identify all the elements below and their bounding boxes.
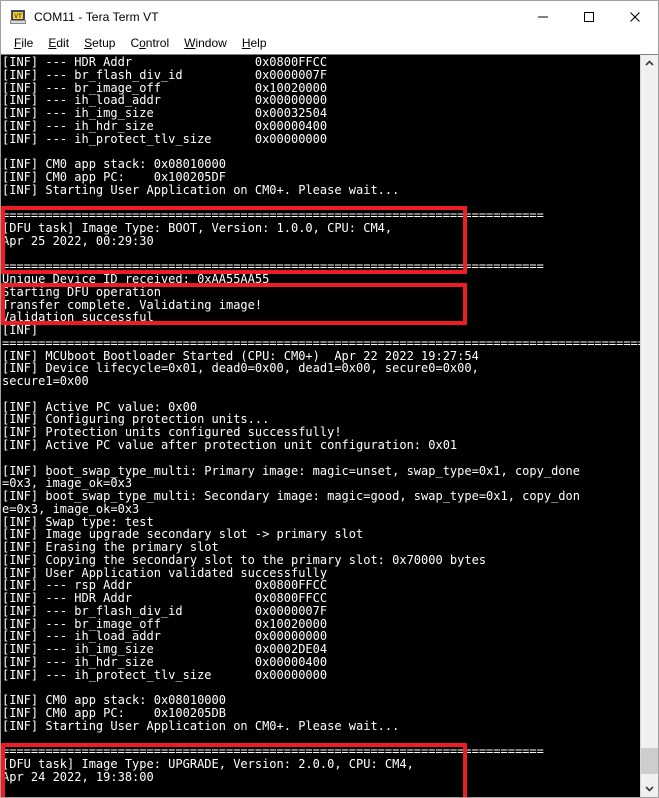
menu-mnemonic: H: [241, 36, 251, 50]
terminal-line: [INF] CM0 app PC: 0x100205DF: [2, 169, 226, 184]
terminal-line: [INF] --- ih_protect_tlv_size 0x00000000: [2, 667, 328, 682]
minimize-button[interactable]: [520, 1, 566, 32]
terminal-line: ========================================…: [2, 335, 640, 350]
chevron-down-icon: [645, 786, 654, 792]
terminal-line: Starting DFU operation: [2, 284, 161, 299]
menu-label: dit: [56, 36, 70, 50]
tera-term-window: VT COM11 - Tera Term VT File Edit Setup …: [0, 0, 659, 798]
window-title: COM11 - Tera Term VT: [34, 9, 159, 24]
menu-label: etup: [92, 36, 116, 50]
title-bar: VT COM11 - Tera Term VT: [1, 1, 658, 32]
terminal-output[interactable]: [INF] --- HDR Addr 0x0800FFCC [INF] --- b…: [1, 55, 640, 797]
terminal-line: ========================================…: [2, 796, 640, 797]
terminal-line: [INF] --- br_flash_div_id 0x0000007F: [2, 67, 328, 82]
terminal-line: [INF] --- br_flash_div_id 0x0000007F: [2, 603, 328, 618]
terminal-line: [INF] Device lifecycle=0x01, dead0=0x00,…: [2, 361, 479, 376]
vertical-scrollbar[interactable]: [640, 55, 658, 797]
menu-label: indow: [195, 36, 227, 50]
menu-label: ntrol: [145, 36, 170, 50]
scroll-down-arrow[interactable]: [641, 780, 658, 797]
terminal-line: [INF] --- HDR Addr 0x0800FFCC: [2, 55, 328, 69]
menu-bar: File Edit Setup Control Window Help: [1, 32, 658, 54]
menu-mnemonic: W: [184, 36, 196, 50]
menu-file[interactable]: File: [7, 34, 41, 52]
terminal-line: [DFU task] Image Type: UPGRADE, Version:…: [2, 757, 414, 772]
menu-mnemonic: o: [139, 36, 146, 50]
maximize-icon: [584, 11, 594, 22]
menu-mnemonic: S: [84, 36, 93, 50]
terminal-line: Apr 25 2022, 00:29:30: [2, 233, 154, 248]
menu-setup[interactable]: Setup: [77, 34, 123, 52]
terminal-line: [INF] Starting User Application on CM0+.…: [2, 718, 400, 733]
terminal-line: [INF]: [2, 323, 39, 338]
terminal-vt-icon: VT: [10, 9, 26, 25]
minimize-icon: [538, 16, 548, 17]
scrollbar-thumb[interactable]: [641, 748, 658, 774]
terminal-line: [INF] --- ih_protect_tlv_size 0x00000000: [2, 131, 328, 146]
terminal-line: [DFU task] Image Type: BOOT, Version: 1.…: [2, 220, 393, 235]
scroll-up-arrow[interactable]: [641, 55, 658, 72]
terminal-line: Unique Device ID received: 0xAA55AA55: [2, 272, 270, 287]
menu-help[interactable]: Help: [235, 34, 275, 52]
terminal-line: Apr 24 2022, 19:38:00: [2, 769, 154, 784]
terminal-line: [INF] CM0 app stack: 0x08010000: [2, 157, 226, 172]
terminal-line: [INF] CM0 app PC: 0x100205DB: [2, 706, 226, 721]
window-controls: [520, 1, 658, 32]
terminal-area: [INF] --- HDR Addr 0x0800FFCC [INF] --- b…: [1, 54, 658, 797]
menu-label: elp: [250, 36, 267, 50]
terminal-line: [INF] Erasing the primary slot: [2, 540, 219, 555]
terminal-line: [INF] Copying the secondary slot to the …: [2, 552, 487, 567]
menu-window[interactable]: Window: [177, 34, 235, 52]
svg-text:VT: VT: [14, 14, 22, 20]
terminal-line: [INF] --- HDR Addr 0x0800FFCC: [2, 591, 328, 606]
menu-label-prefix: C: [130, 36, 140, 50]
terminal-line: [INF] Active PC value after protection u…: [2, 437, 458, 452]
terminal-line: [INF] Starting User Application on CM0+.…: [2, 182, 400, 197]
scrollbar-track[interactable]: [641, 72, 658, 780]
maximize-button[interactable]: [566, 1, 612, 32]
terminal-line: [INF] boot_swap_type_multi: Secondary im…: [2, 489, 580, 504]
chevron-up-icon: [645, 60, 654, 66]
terminal-line: [INF] --- ih_img_size 0x00032504: [2, 106, 328, 121]
menu-control[interactable]: Control: [123, 34, 177, 52]
terminal-line: secure1=0x00: [2, 374, 89, 389]
terminal-line: e=0x3, image_ok=0x3: [2, 501, 140, 516]
close-button[interactable]: [612, 1, 658, 32]
terminal-line: Validation successful: [2, 310, 154, 325]
menu-label: ile: [21, 36, 34, 50]
terminal-line: [INF] --- ih_hdr_size 0x00000400: [2, 118, 328, 133]
menu-edit[interactable]: Edit: [41, 34, 77, 52]
close-icon: [630, 11, 640, 22]
terminal-line: [INF] --- ih_hdr_size 0x00000400: [2, 654, 328, 669]
